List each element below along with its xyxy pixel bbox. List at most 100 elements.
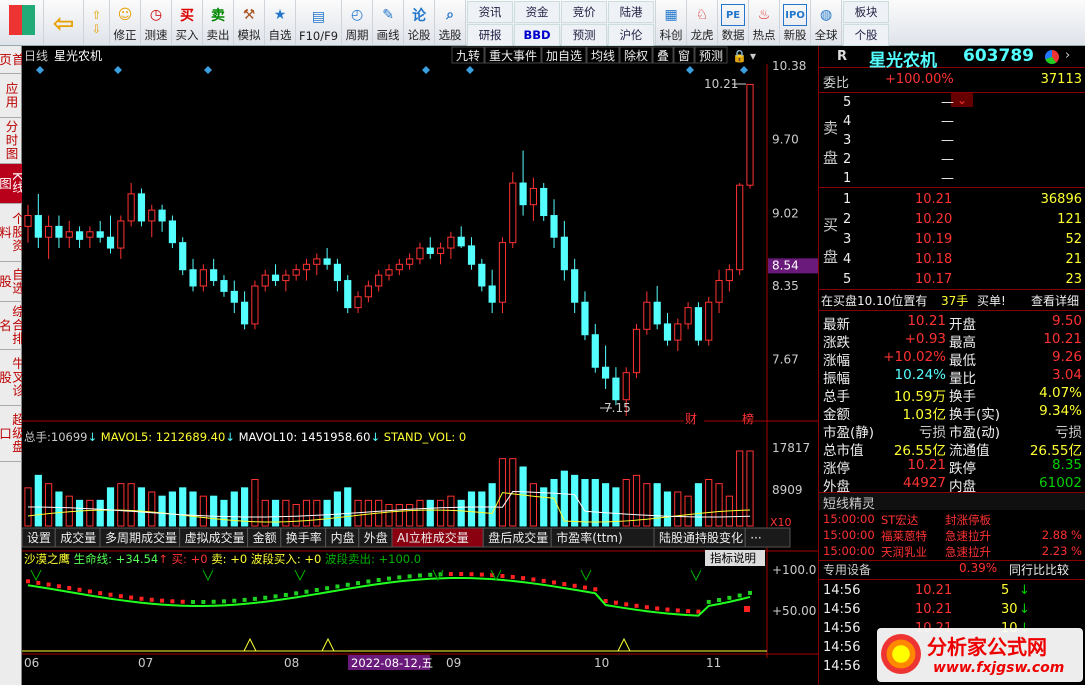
left-tab-5[interactable]: 自选股 xyxy=(0,262,25,302)
chevron-right-icon[interactable]: › xyxy=(1065,48,1070,63)
kline-chart-panel[interactable]: 日线 星光农机 九转 重大事件 加自选 均线 除权叠窗预测 🔒 ▾ 10.38 9.70 9.0… xyxy=(22,46,818,685)
indicator-tab-8[interactable]: AI立桩成交量 xyxy=(397,530,469,545)
pie-icon[interactable] xyxy=(1045,50,1059,64)
left-tab-bar: 首页 应用 分时图 K线图 个股资料 自选股 综合排名 牛叉诊股 超级盘口 xyxy=(0,46,25,685)
buy-level[interactable]: 5 10.17 23 xyxy=(819,272,1085,290)
buy-level[interactable]: 3 10.19 52 xyxy=(819,232,1085,250)
chart-btn-5[interactable]: 叠 xyxy=(657,49,669,63)
arrow-up-icon: ⇧ xyxy=(91,7,102,22)
indicator-block xyxy=(717,597,722,602)
vol-axis-mid: 8909 xyxy=(772,483,803,497)
price-tick: 9.02 xyxy=(772,206,799,220)
indicator-help-button[interactable]: 指标说明 xyxy=(710,551,756,565)
stock-button[interactable]: 个股 xyxy=(843,24,890,46)
chart-btn-3[interactable]: 均线 xyxy=(591,49,615,63)
data-button[interactable]: PE 数据 xyxy=(718,0,750,45)
indicator-tab-10[interactable]: 市盈率(ttm) xyxy=(556,530,622,545)
speed-test-button[interactable]: ◷ 测速 xyxy=(141,0,172,45)
peer-compare-button[interactable]: 同行比比较 xyxy=(1009,561,1069,578)
period-label[interactable]: 日线 xyxy=(24,49,48,63)
left-tab-8[interactable]: 超级盘口 xyxy=(0,406,25,462)
sell-level[interactable]: 2— xyxy=(819,152,1085,170)
left-tab-1[interactable]: 应用 xyxy=(0,74,22,118)
sell-button[interactable]: 卖卖出 xyxy=(203,0,234,45)
indicator-tab-3[interactable]: 虚拟成交量 xyxy=(185,530,245,545)
indicator-tab-2[interactable]: 多周期成交量 xyxy=(105,530,177,545)
fix-button[interactable]: ☺ 修正 xyxy=(110,0,141,45)
month-tick: 09 xyxy=(446,656,461,670)
period-button[interactable]: ◴ 周期 xyxy=(342,0,374,45)
indicator-tab-7[interactable]: 外盘 xyxy=(364,530,388,545)
watchlist-button[interactable]: ★ 自选 xyxy=(265,0,296,45)
chart-btn-4[interactable]: 除权 xyxy=(624,48,648,63)
volume-bar xyxy=(602,483,610,527)
sector-button[interactable]: 板块 xyxy=(843,1,890,23)
indicator-tab-0[interactable]: 设置 xyxy=(27,531,51,545)
left-tab-6[interactable]: 综合排名 xyxy=(0,302,25,350)
funds-button[interactable]: 资金 xyxy=(514,1,561,23)
left-tab-3[interactable]: K线图 xyxy=(0,164,25,204)
chart-btn-0[interactable]: 九转 xyxy=(456,48,480,63)
indicator-block xyxy=(675,608,680,613)
indicator-tab-6[interactable]: 内盘 xyxy=(331,530,355,545)
global-button[interactable]: ◍ 全球 xyxy=(811,0,843,45)
finance-flag[interactable]: 财 xyxy=(685,412,697,426)
sell-level[interactable]: 4— xyxy=(819,114,1085,132)
buy-level[interactable]: 2 10.20 121 xyxy=(819,212,1085,230)
hk-connect-button[interactable]: 陆港 xyxy=(608,1,655,23)
indicator-block xyxy=(252,596,257,601)
left-tab-7[interactable]: 牛叉诊股 xyxy=(0,350,25,406)
research-button[interactable]: 研报 xyxy=(467,24,514,46)
news-button[interactable]: 资讯 xyxy=(467,1,514,23)
sell-level[interactable]: 1— xyxy=(819,171,1085,189)
chart-btn-2[interactable]: 加自选 xyxy=(546,49,582,63)
draw-line-button[interactable]: ✎ 画线 xyxy=(373,0,405,45)
bbd-button[interactable]: BBD xyxy=(514,24,561,46)
fire-icon: ♨ xyxy=(757,7,771,23)
sell-icon: 卖 xyxy=(211,8,225,24)
volume-bar xyxy=(560,470,568,527)
sell-level[interactable]: 3— xyxy=(819,133,1085,151)
indicator-tab-4[interactable]: 金额 xyxy=(253,530,277,545)
short-term-sprite-list: 15:00:00 ST宏达 封涨停板 15:00:00 福莱蒽特 急速拉升 2.88 % 15… xyxy=(819,510,1085,564)
ranking-flag[interactable]: 榜 xyxy=(742,411,754,426)
candle xyxy=(632,323,641,379)
dragon-tiger-button[interactable]: ♘ 龙虎 xyxy=(687,0,719,45)
hotspot-button[interactable]: ♨ 热点 xyxy=(749,0,781,45)
sprite-row[interactable]: 15:00:00 ST宏达 封涨停板 xyxy=(819,512,1085,528)
star-market-button[interactable]: ▦ 科创 xyxy=(656,0,688,45)
indicator-tab-1[interactable]: 成交量 xyxy=(60,530,96,545)
volume-bar xyxy=(622,479,630,527)
indicator-tab-5[interactable]: 换手率 xyxy=(286,530,322,545)
sprite-row[interactable]: 15:00:00 福莱蒽特 急速拉升 2.88 % xyxy=(819,528,1085,544)
sell-level[interactable]: 5— xyxy=(819,95,1085,113)
shanghai-london-button[interactable]: 沪伦 xyxy=(608,24,655,46)
stat-row: 总市值 26.55亿 流通值 26.55亿 xyxy=(823,443,1082,459)
lock-icon[interactable]: 🔒 xyxy=(732,49,747,63)
forecast-button[interactable]: 预测 xyxy=(561,24,608,46)
forum-button[interactable]: 论论股 xyxy=(404,0,436,45)
buy-button[interactable]: 买买入 xyxy=(172,0,203,45)
indicator-tab-11[interactable]: 陆股通持股变化 xyxy=(659,530,743,545)
sprite-row[interactable]: 15:00:00 天润乳业 急速拉升 2.23 % xyxy=(819,544,1085,560)
screener-button[interactable]: ⌕ 选股 xyxy=(435,0,467,45)
dropdown-icon[interactable]: ▾ xyxy=(750,49,756,63)
left-tab-4[interactable]: 个股资料 xyxy=(0,204,25,262)
left-tab-2[interactable]: 分时图 xyxy=(0,118,22,164)
chart-btn-6[interactable]: 窗 xyxy=(678,49,690,63)
f10-button[interactable]: ▤ F10/F9 xyxy=(296,0,343,45)
buy-level[interactable]: 1 10.21 36896 xyxy=(819,192,1085,210)
ipo-button[interactable]: IPO 新股 xyxy=(780,0,812,45)
layout-button[interactable] xyxy=(0,0,44,45)
auction-button[interactable]: 竞价 xyxy=(561,1,608,23)
left-tab-0[interactable]: 首页 xyxy=(0,46,25,74)
indicator-tab-12[interactable]: ··· xyxy=(750,531,761,545)
simulate-button[interactable]: ⚒ 模拟 xyxy=(234,0,265,45)
back-button[interactable]: ⇦ xyxy=(44,0,84,45)
chart-btn-7[interactable]: 预测 xyxy=(699,49,723,63)
scroll-buttons[interactable]: ⇧ ⇩ xyxy=(84,0,110,45)
chart-btn-1[interactable]: 重大事件 xyxy=(489,49,537,63)
buy-level[interactable]: 4 10.18 21 xyxy=(819,252,1085,270)
indicator-tab-9[interactable]: 盘后成交量 xyxy=(488,530,548,545)
view-detail-button[interactable]: 查看详细 xyxy=(1031,292,1079,309)
